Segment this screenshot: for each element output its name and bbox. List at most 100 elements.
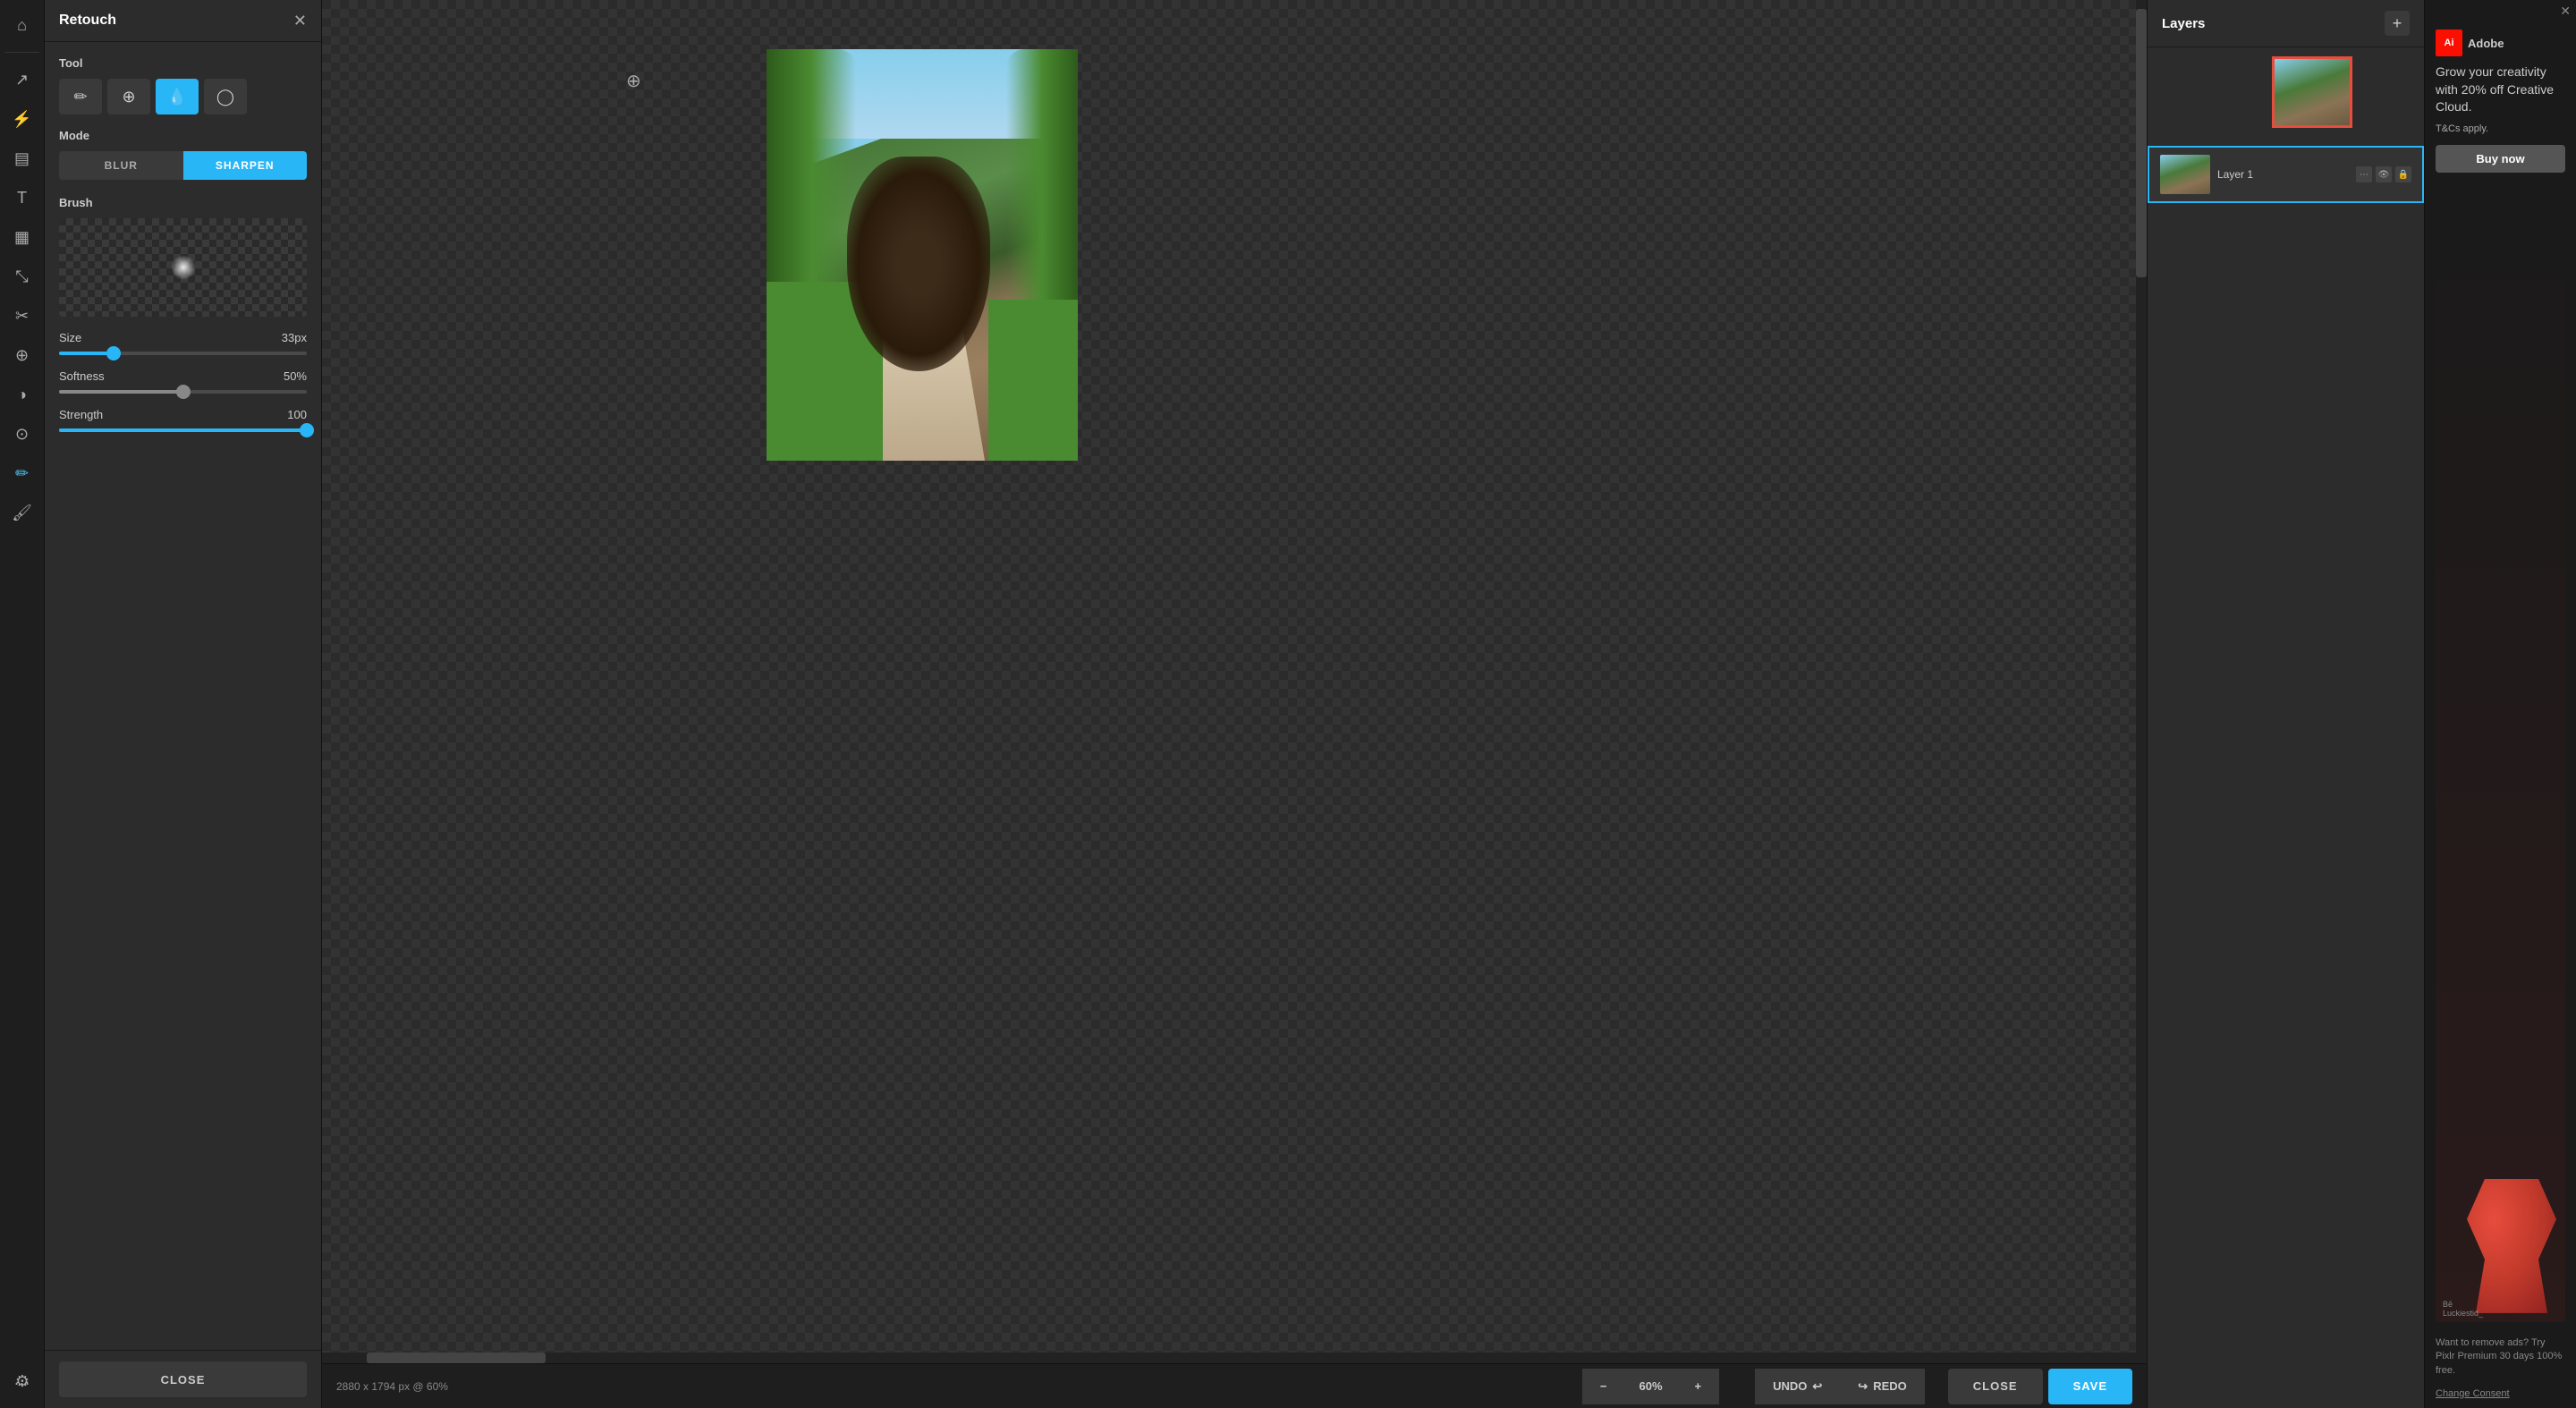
transform-icon[interactable]: ⤡ <box>6 260 38 293</box>
size-slider-thumb[interactable] <box>106 346 121 360</box>
ad-close-button[interactable]: ✕ <box>2560 4 2571 19</box>
grass-right <box>988 300 1078 461</box>
ad-content: Ai Adobe Grow your creativity with 20% o… <box>2425 22 2576 1329</box>
panel-close-bottom-button[interactable]: CLOSE <box>59 1361 307 1397</box>
size-value: 33px <box>282 331 307 344</box>
layer-item-info: Layer 1 <box>2217 168 2349 181</box>
save-button[interactable]: SAVE <box>2048 1369 2132 1404</box>
layer-visibility-icon[interactable]: 👁 <box>2376 166 2392 182</box>
left-toolbar: ⌂ ↗ ⚡ ▤ T ▦ ⤡ ✂ ⊕ ◑ ⊙ ✏ 🖌 ··· ⚙ <box>0 0 45 1408</box>
layers-title: Layers <box>2162 16 2205 31</box>
canvas-area[interactable]: ⊕ <box>322 0 2147 1363</box>
mode-buttons: BLUR SHARPEN <box>59 151 307 180</box>
canvas-crosshair: ⊕ <box>626 70 641 92</box>
blur-mode-button[interactable]: BLUR <box>59 151 183 180</box>
horizontal-scrollbar[interactable] <box>322 1353 2136 1363</box>
redo-button[interactable]: ↪ REDO <box>1840 1369 1924 1404</box>
water-tool-button[interactable]: 💧 <box>156 79 199 115</box>
softness-slider-thumb[interactable] <box>176 385 191 399</box>
scissors-icon[interactable]: ✂ <box>6 300 38 332</box>
strength-slider-row: Strength 100 <box>59 408 307 432</box>
tool-buttons: ✏ ⊕ 💧 ◯ <box>59 79 307 115</box>
undo-label: UNDO <box>1773 1379 1807 1393</box>
side-panel-content: Tool ✏ ⊕ 💧 ◯ Mode BLUR SHARPEN Brush <box>45 42 321 1350</box>
adobe-brand-name: Adobe <box>2468 37 2504 50</box>
bird-silhouette <box>2467 1179 2556 1313</box>
ad-close-area: ✕ <box>2425 0 2576 22</box>
zoom-in-button[interactable]: + <box>1677 1369 1720 1404</box>
eraser-tool-button[interactable]: ◯ <box>204 79 247 115</box>
texture-icon[interactable]: ▦ <box>6 221 38 253</box>
softness-value: 50% <box>284 369 307 383</box>
strength-slider-track[interactable] <box>59 428 307 432</box>
circle-half-icon[interactable]: ◑ <box>6 378 38 411</box>
sharpen-mode-button[interactable]: SHARPEN <box>183 151 308 180</box>
stamp-tool-button[interactable]: ⊕ <box>107 79 150 115</box>
ad-attribution: BēLuckiestid_ <box>2443 1300 2483 1318</box>
main-canvas-image <box>767 49 1078 461</box>
ad-subtext: T&Cs apply. <box>2436 123 2565 134</box>
strength-slider-thumb[interactable] <box>300 423 314 437</box>
buy-now-button[interactable]: Buy now <box>2436 145 2565 173</box>
redo-label: REDO <box>1873 1379 1907 1393</box>
brush-icon[interactable]: ✏ <box>6 457 38 489</box>
layer-thumbnail-img <box>2275 59 2350 125</box>
zoom-out-button[interactable]: − <box>1582 1369 1625 1404</box>
softness-slider-track[interactable] <box>59 390 307 394</box>
layers-icon[interactable]: ▤ <box>6 142 38 174</box>
undo-button[interactable]: UNDO ↩ <box>1755 1369 1840 1404</box>
zoom-level-display: 60% <box>1624 1369 1676 1404</box>
text-icon[interactable]: T <box>6 182 38 214</box>
mode-section-label: Mode <box>59 129 307 142</box>
vertical-scrollbar[interactable] <box>2136 0 2147 1363</box>
layer-item-icons: ⋯ 👁 🔒 <box>2356 166 2411 182</box>
layer-thumb-image <box>2160 155 2210 194</box>
panel-close-button[interactable]: ✕ <box>293 13 307 29</box>
vertical-scrollbar-thumb[interactable] <box>2136 9 2147 277</box>
paint-icon[interactable]: 🖌 <box>6 496 38 529</box>
select-icon[interactable]: ↗ <box>6 64 38 96</box>
lightning-icon[interactable]: ⚡ <box>6 103 38 135</box>
image-info: 2880 x 1794 px @ 60% <box>336 1380 448 1393</box>
layer-item[interactable]: Layer 1 ⋯ 👁 🔒 <box>2148 146 2424 203</box>
pencil-icon: ✏ <box>73 88 87 106</box>
home-icon[interactable]: ⌂ <box>6 9 38 41</box>
ad-panel: ✕ Ai Adobe Grow your creativity with 20%… <box>2424 0 2576 1408</box>
size-label: Size <box>59 331 81 344</box>
settings-icon[interactable]: ⚙ <box>6 1365 38 1397</box>
size-slider-header: Size 33px <box>59 331 307 344</box>
zoom-out-icon: − <box>1600 1379 1607 1393</box>
ad-bottom-section: Want to remove ads? Try Pixlr Premium 30… <box>2425 1329 2576 1408</box>
layer-item-thumbnail <box>2160 155 2210 194</box>
softness-label: Softness <box>59 369 105 383</box>
brush-preview <box>59 218 307 317</box>
bottom-controls: − 60% + UNDO ↩ ↪ REDO CLOSE SAVE <box>1582 1369 2132 1404</box>
strength-value: 100 <box>287 408 307 421</box>
tool-section-label: Tool <box>59 56 307 70</box>
brush-section-label: Brush <box>59 196 307 209</box>
close-button[interactable]: CLOSE <box>1948 1369 2043 1404</box>
globe-icon[interactable]: ⊙ <box>6 418 38 450</box>
side-panel-header: Retouch ✕ <box>45 0 321 42</box>
stamp-icon: ⊕ <box>122 88 135 106</box>
eraser-icon: ◯ <box>216 88 234 106</box>
add-layer-button[interactable]: + <box>2385 11 2410 36</box>
pencil-tool-button[interactable]: ✏ <box>59 79 102 115</box>
strength-slider-fill <box>59 428 307 432</box>
ad-illustration: BēLuckiestid_ <box>2436 182 2565 1322</box>
layer-lock-icon[interactable]: 🔒 <box>2395 166 2411 182</box>
size-slider-fill <box>59 352 114 355</box>
water-icon: 💧 <box>167 88 187 106</box>
strength-slider-header: Strength 100 <box>59 408 307 421</box>
horizontal-scrollbar-thumb[interactable] <box>367 1353 546 1363</box>
layer-menu-icon[interactable]: ⋯ <box>2356 166 2372 182</box>
size-slider-track[interactable] <box>59 352 307 355</box>
change-consent-button[interactable]: Change Consent <box>2436 1388 2510 1399</box>
layers-list: Layer 1 ⋯ 👁 🔒 <box>2148 146 2424 203</box>
remove-ads-text: Want to remove ads? Try Pixlr Premium 30… <box>2436 1336 2565 1378</box>
main-area: ⊕ 2880 x 1794 px @ 60% − 60% + <box>322 0 2147 1408</box>
zoom-in-icon: + <box>1695 1379 1702 1393</box>
layers-panel-header: Layers + <box>2148 0 2424 47</box>
adjustments-icon[interactable]: ⊕ <box>6 339 38 371</box>
side-panel-footer: CLOSE <box>45 1350 321 1408</box>
